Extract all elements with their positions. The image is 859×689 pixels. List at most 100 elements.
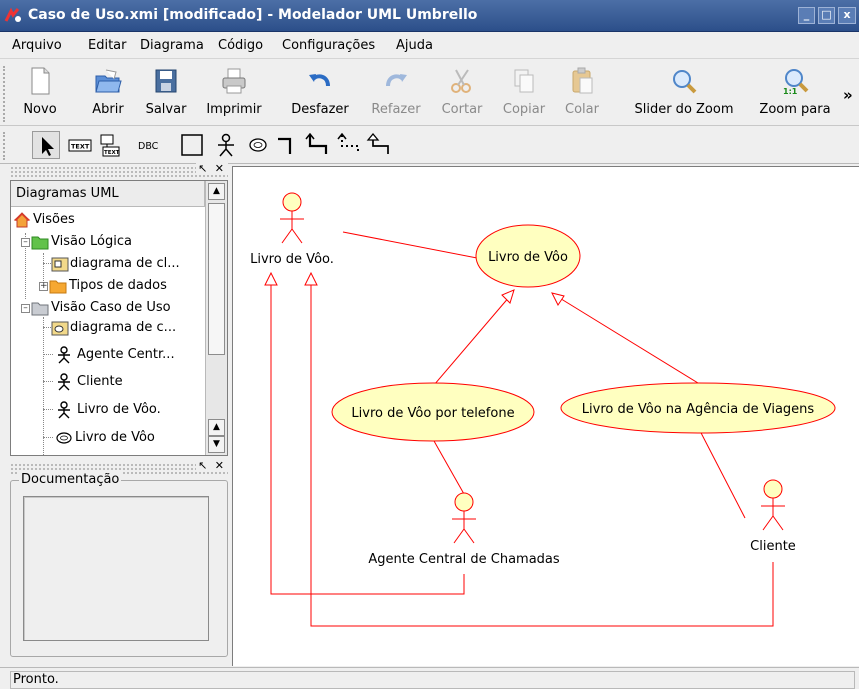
minimize-button[interactable]: _ bbox=[798, 7, 815, 24]
toolbar-grip[interactable] bbox=[3, 66, 7, 122]
redo-icon bbox=[386, 74, 407, 87]
svg-text:Livro de Vôo na Agência de Via: Livro de Vôo na Agência de Viagens bbox=[582, 402, 815, 417]
printer-icon bbox=[222, 68, 246, 94]
box-tool-button[interactable] bbox=[178, 131, 206, 159]
tree-dock-controls[interactable]: ↖ ✕ bbox=[196, 162, 228, 175]
actor-tool-icon bbox=[218, 133, 234, 157]
usecase-livro-de-voo-telefone[interactable]: Livro de Vôo por telefone bbox=[331, 382, 535, 442]
paste-icon bbox=[572, 67, 593, 94]
zoom-slider-button[interactable]: Slider do Zoom bbox=[622, 60, 746, 126]
uml-tree-panel: Diagramas UML ▲ ▲ ▼ Visões – Visão Lógic… bbox=[10, 180, 228, 456]
documentation-textarea[interactable] bbox=[23, 496, 209, 641]
diagram-toolbar: TEXT TEXT DBC bbox=[0, 127, 859, 164]
tree-line bbox=[43, 381, 53, 382]
generalization-tool-button[interactable] bbox=[302, 131, 330, 159]
status-text: Pronto. bbox=[10, 671, 855, 689]
menu-ajuda[interactable]: Ajuda bbox=[396, 38, 433, 53]
maximize-button[interactable]: □ bbox=[818, 7, 835, 24]
open-button[interactable]: Abrir bbox=[84, 60, 132, 126]
actor-cliente[interactable]: Cliente bbox=[750, 479, 796, 554]
zoom-1-1-icon: 1:1 bbox=[783, 69, 809, 96]
dbc-tool-button[interactable]: DBC bbox=[136, 131, 164, 159]
svg-text:1:1: 1:1 bbox=[783, 87, 798, 96]
status-bar: Pronto. bbox=[0, 667, 859, 689]
paste-button[interactable]: Colar bbox=[558, 60, 606, 126]
tree-line bbox=[43, 354, 53, 355]
copy-button[interactable]: Copiar bbox=[494, 60, 554, 126]
svg-text:Livro de Vôo por telefone: Livro de Vôo por telefone bbox=[351, 406, 514, 421]
dbc-tool-icon: DBC bbox=[138, 141, 159, 152]
association-cliente-agencia[interactable] bbox=[697, 426, 746, 519]
orange-folder-icon bbox=[49, 280, 67, 294]
new-button[interactable]: Novo bbox=[14, 60, 66, 126]
undo-button[interactable]: Desfazer bbox=[282, 60, 358, 126]
dependency-tool-icon bbox=[337, 133, 359, 154]
zoom-to-button[interactable]: 1:1 Zoom para bbox=[752, 60, 838, 126]
realization-tool-icon bbox=[366, 133, 389, 154]
documentation-legend: Documentação bbox=[19, 472, 122, 487]
expand-icon[interactable]: + bbox=[39, 282, 48, 291]
menu-arquivo[interactable]: Arquivo bbox=[12, 38, 62, 53]
scroll-up-button[interactable]: ▲ bbox=[208, 183, 225, 200]
menu-diagrama[interactable]: Diagrama bbox=[140, 38, 204, 53]
class-diagram-icon bbox=[51, 257, 69, 272]
open-folder-icon bbox=[95, 69, 122, 93]
scroll-up-button-lower[interactable]: ▲ bbox=[208, 419, 225, 436]
usecase-diagram: Livro de Vôo. Agente Central de Chamadas… bbox=[250, 192, 836, 627]
menu-editar[interactable]: Editar bbox=[88, 38, 127, 53]
svg-text:DBC: DBC bbox=[138, 141, 159, 152]
generalization-arrowhead bbox=[551, 292, 565, 306]
note-tool-button[interactable]: TEXT bbox=[96, 131, 124, 159]
actor-tool-button[interactable] bbox=[212, 131, 240, 159]
cut-button[interactable]: Cortar bbox=[434, 60, 490, 126]
realization-tool-button[interactable] bbox=[364, 131, 392, 159]
usecase-tool-button[interactable] bbox=[244, 131, 272, 159]
menu-bar: Arquivo Editar Diagrama Código Configura… bbox=[0, 33, 859, 59]
svg-text:Cliente: Cliente bbox=[750, 539, 796, 554]
tree-header[interactable]: Diagramas UML bbox=[11, 181, 205, 207]
generalization-agencia-livro[interactable] bbox=[557, 296, 699, 384]
scissors-icon bbox=[451, 69, 471, 93]
svg-text:Agente Central de Chamadas: Agente Central de Chamadas bbox=[368, 552, 560, 567]
actor-livro-de-voo[interactable]: Livro de Vôo. bbox=[250, 192, 334, 267]
usecase-livro-de-voo[interactable]: Livro de Vôo bbox=[475, 224, 581, 288]
usecase-icon bbox=[56, 432, 72, 444]
generalization-arrowhead bbox=[501, 289, 515, 304]
menu-configuracoes[interactable]: Configurações bbox=[282, 38, 375, 53]
collapse-icon[interactable]: – bbox=[21, 304, 30, 313]
box-tool-icon bbox=[181, 134, 203, 156]
scroll-down-button[interactable]: ▼ bbox=[208, 436, 225, 453]
diagram-canvas[interactable]: Livro de Vôo. Agente Central de Chamadas… bbox=[232, 166, 859, 666]
association-livro-actor-livro-usecase[interactable] bbox=[342, 231, 478, 259]
generalization-telefone-livro[interactable] bbox=[433, 295, 511, 386]
text-tool-button[interactable]: TEXT bbox=[66, 131, 94, 159]
scroll-thumb[interactable] bbox=[208, 203, 225, 355]
doc-dock-controls[interactable]: ↖ ✕ bbox=[196, 459, 228, 472]
generalization-cliente-livro-actor[interactable] bbox=[310, 275, 774, 627]
zoom-icon bbox=[673, 70, 697, 94]
save-button[interactable]: Salvar bbox=[140, 60, 192, 126]
diagram-toolbar-grip[interactable] bbox=[3, 132, 7, 160]
tree-line bbox=[43, 437, 53, 438]
home-icon bbox=[13, 212, 31, 228]
svg-text:TEXT: TEXT bbox=[104, 150, 120, 156]
svg-text:TEXT: TEXT bbox=[71, 143, 90, 151]
tree-line bbox=[43, 253, 44, 281]
actor-agente-central[interactable]: Agente Central de Chamadas bbox=[368, 492, 560, 567]
association-agente-telefone[interactable] bbox=[433, 440, 465, 495]
collapse-icon[interactable]: – bbox=[21, 238, 30, 247]
print-button[interactable]: Imprimir bbox=[202, 60, 266, 126]
dependency-tool-button[interactable] bbox=[334, 131, 362, 159]
select-tool-button[interactable] bbox=[32, 131, 60, 159]
tree-scrollbar[interactable]: ▲ ▲ ▼ bbox=[205, 181, 227, 455]
documentation-group: Documentação bbox=[10, 472, 228, 657]
svg-text:Livro de Vôo.: Livro de Vôo. bbox=[250, 252, 334, 267]
tree-line bbox=[43, 409, 53, 410]
redo-button[interactable]: Refazer bbox=[364, 60, 428, 126]
toolbar-overflow-button[interactable]: » bbox=[843, 86, 853, 104]
menu-codigo[interactable]: Código bbox=[218, 38, 263, 53]
association-tool-button[interactable] bbox=[274, 131, 302, 159]
close-button[interactable]: x bbox=[838, 7, 856, 24]
generalization-arrowhead bbox=[264, 271, 278, 286]
usecase-livro-de-voo-agencia[interactable]: Livro de Vôo na Agência de Viagens bbox=[560, 382, 836, 434]
